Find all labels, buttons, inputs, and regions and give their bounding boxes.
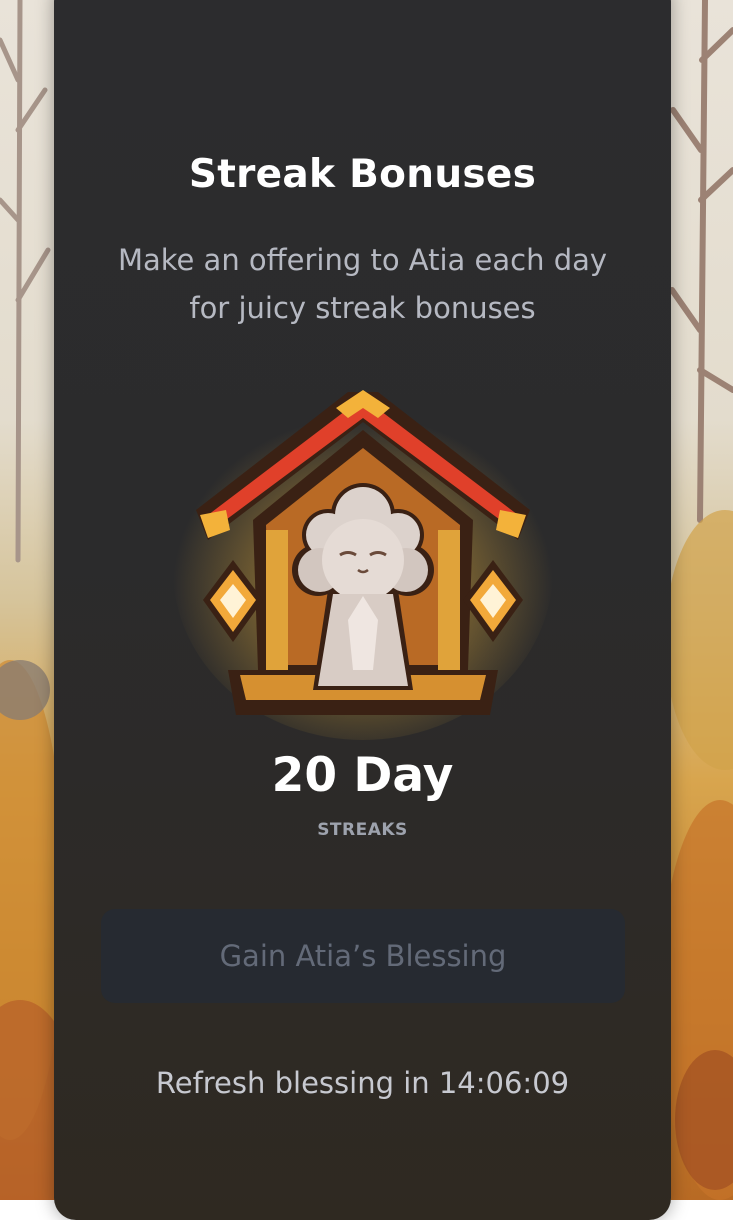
refresh-label: Refresh blessing in <box>155 1066 430 1100</box>
gain-blessing-button[interactable]: Gain Atia’s Blessing <box>101 909 625 1003</box>
refresh-timer: 14:06:09 <box>438 1066 570 1100</box>
shrine-icon <box>168 370 558 740</box>
streak-count: 20 Day <box>271 748 454 803</box>
modal-description: Make an offering to Atia each day for ju… <box>117 243 608 325</box>
streak-label: STREAKS <box>317 820 408 840</box>
refresh-countdown: Refresh blessing in 14:06:09 <box>54 1066 671 1100</box>
modal-title: Streak Bonuses <box>188 152 537 197</box>
